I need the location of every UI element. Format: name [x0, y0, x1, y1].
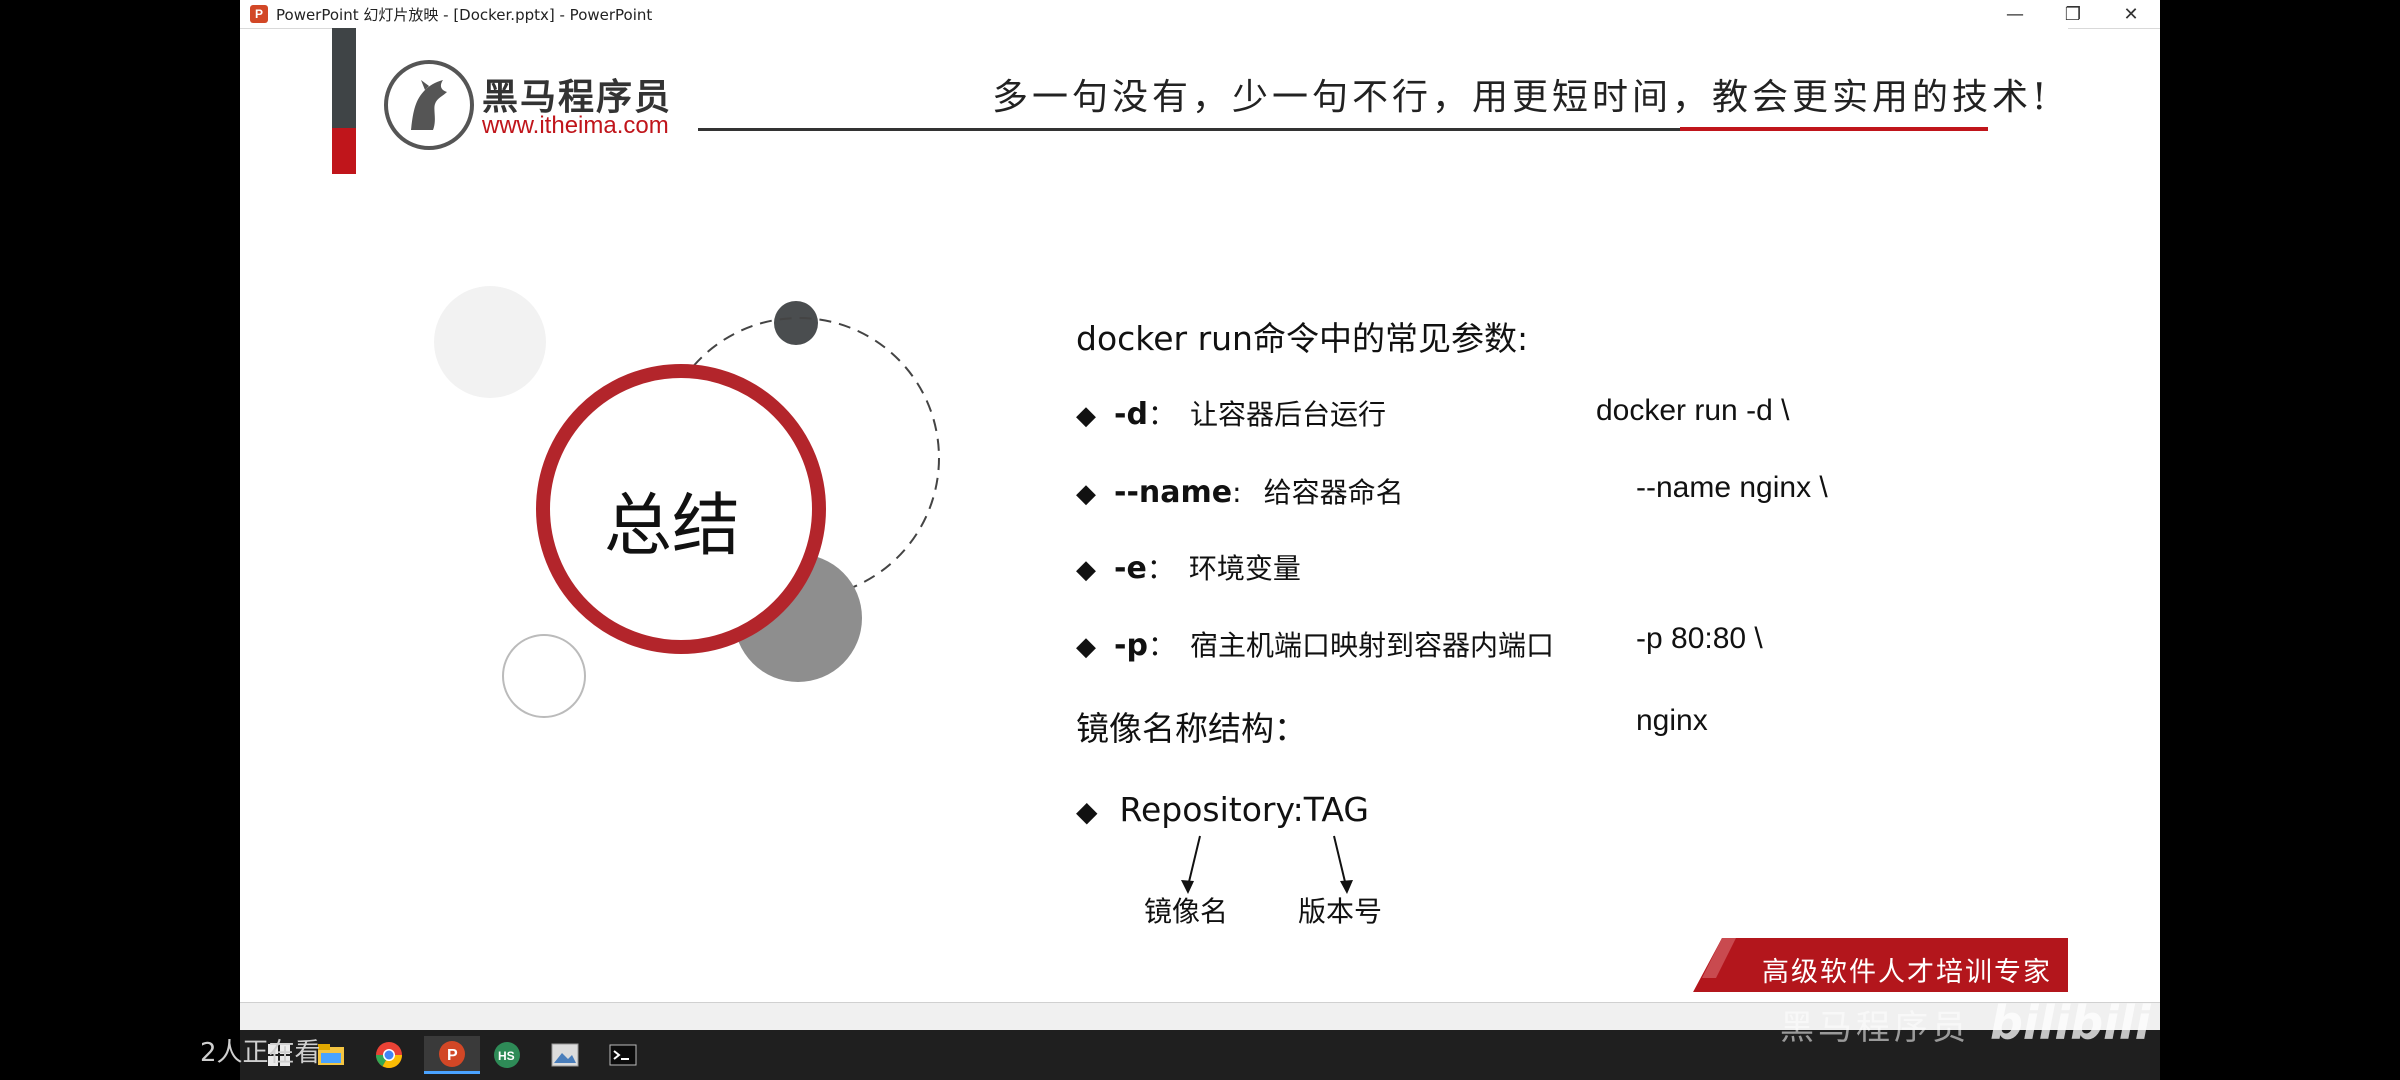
- powerpoint-taskbar-icon[interactable]: P: [424, 1036, 480, 1074]
- slide: 黑马程序员 www.itheima.com 多一句没有，少一句不行，用更短时间，…: [332, 28, 2068, 992]
- site-logo: bilibili: [1990, 996, 2151, 1050]
- hbuilder-icon[interactable]: HS: [488, 1036, 526, 1074]
- repo-arrows: [1181, 835, 1353, 894]
- title-bar: P PowerPoint 幻灯片放映 - [Docker.pptx] - Pow…: [240, 0, 2160, 29]
- watermark: 黑马程序员: [1780, 1008, 1970, 1048]
- viewer-count: 2人正在看: [200, 1038, 321, 1068]
- image-viewer-icon[interactable]: [546, 1036, 584, 1074]
- terminal-icon[interactable]: [604, 1036, 642, 1074]
- svg-text:P: P: [447, 1047, 458, 1064]
- arrow-to-repo-label: [1187, 835, 1201, 887]
- svg-text:HS: HS: [498, 1049, 515, 1063]
- restore-button[interactable]: ❐: [2044, 0, 2102, 28]
- tag-label: 版本号: [1298, 895, 1383, 928]
- footer-banner-text: 高级软件人才培训专家: [1762, 957, 2052, 988]
- repo-label: 镜像名: [1144, 895, 1229, 928]
- arrow-to-tag-label: [1333, 835, 1347, 887]
- chrome-icon[interactable]: [370, 1036, 408, 1074]
- powerpoint-icon: P: [250, 5, 268, 23]
- minimize-button[interactable]: —: [1986, 0, 2044, 28]
- window-title: PowerPoint 幻灯片放映 - [Docker.pptx] - Power…: [276, 5, 653, 24]
- close-button[interactable]: ✕: [2102, 0, 2160, 28]
